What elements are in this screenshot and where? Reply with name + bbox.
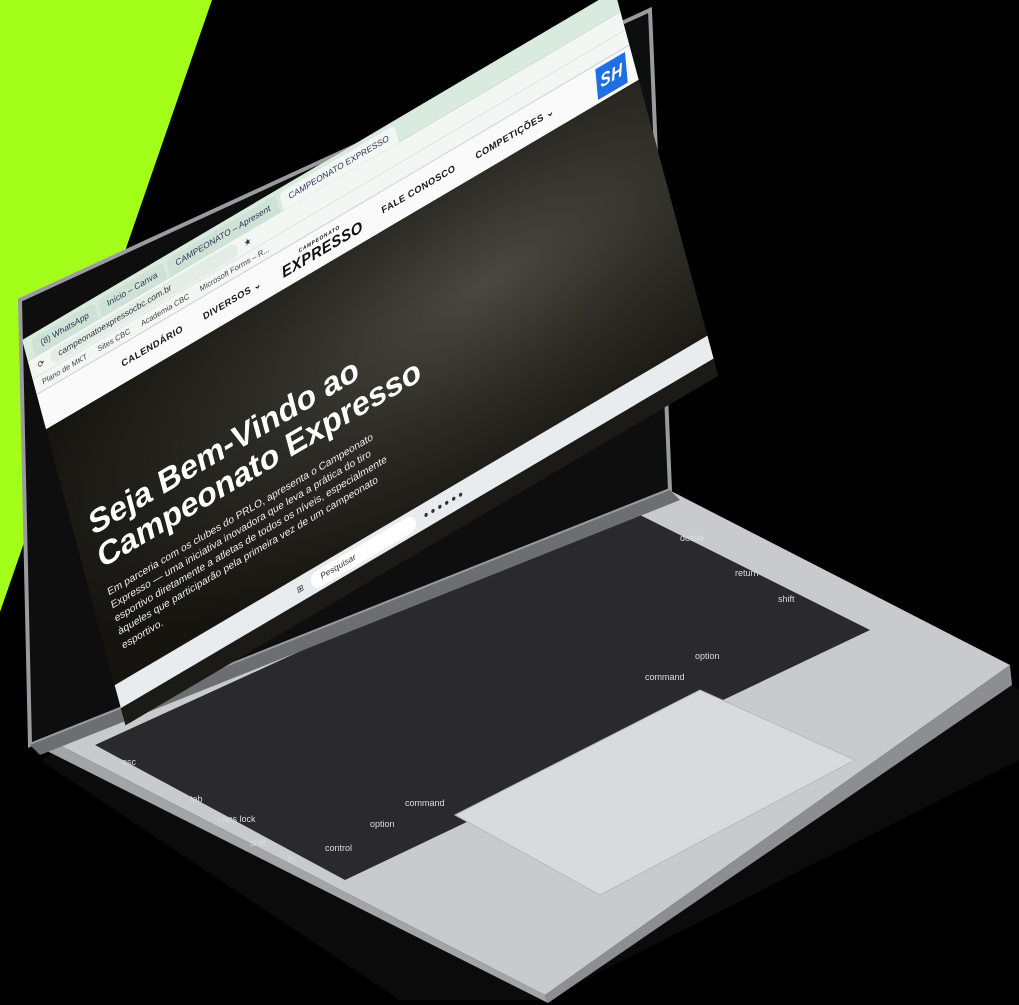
key-caps-lock: caps lock [218,814,256,824]
key-shift-left: shift [250,838,267,848]
key-return: return [735,568,759,578]
key-option-right: option [695,651,720,661]
key-option-left: option [370,819,395,829]
key-command-right: command [645,672,685,682]
key-delete: delete [680,533,705,543]
key-tab: tab [190,794,203,804]
key-esc: esc [122,757,137,767]
key-command-left: command [405,798,445,808]
key-control: control [325,843,352,853]
key-shift-right: shift [778,594,795,604]
key-labels: esc tab caps lock shift fn control optio… [122,533,795,864]
photo-stage: (8) WhatsApp Início – Canva CAMPEONATO –… [0,0,1019,1005]
key-fn: fn [288,854,296,864]
